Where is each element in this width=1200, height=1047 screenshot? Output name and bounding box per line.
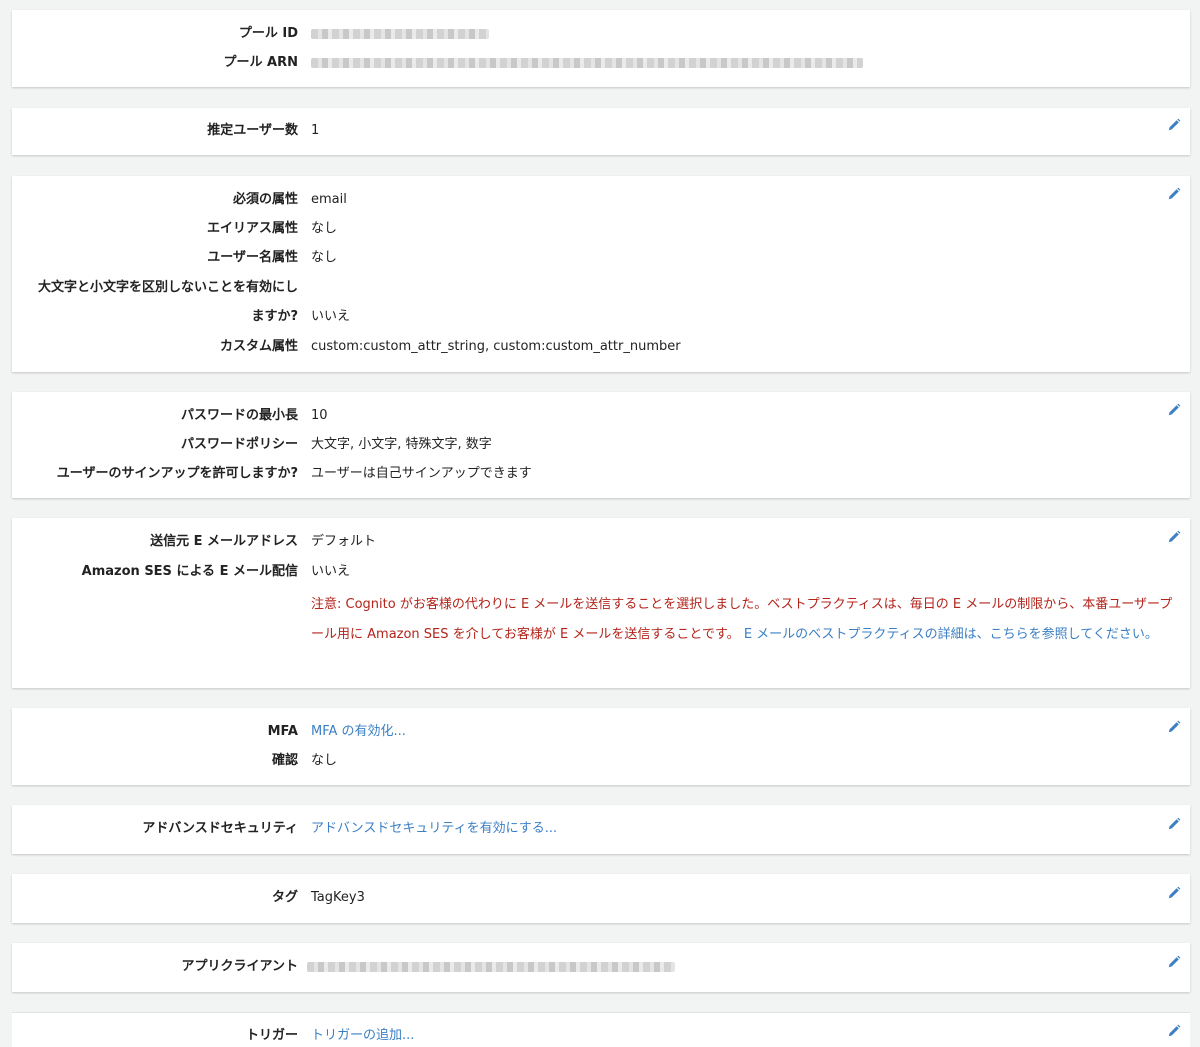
case-insensitive-value: いいえ — [311, 309, 351, 324]
password-policy-label: パスワードポリシー — [180, 437, 298, 452]
add-trigger-link[interactable]: トリガーの追加... — [311, 1021, 414, 1047]
app-clients-redacted-value — [307, 962, 675, 972]
mfa-enable-link[interactable]: MFA の有効化... — [311, 717, 406, 746]
password-min-length-label: パスワードの最小長 — [180, 408, 298, 423]
email-warning-note: 注意: Cognito がお客様の代わりに E メールを送信することを選択しまし… — [311, 590, 1177, 649]
estimated-users-label: 推定ユーザー数 — [207, 123, 298, 138]
email-settings-card: 送信元 E メールアドレス デフォルト Amazon SES による E メール… — [12, 518, 1190, 688]
advanced-security-enable-link[interactable]: アドバンスドセキュリティを有効にする... — [311, 814, 557, 843]
pencil-icon[interactable] — [1167, 955, 1181, 969]
password-policy-row: パスワードポリシー 大文字, 小文字, 特殊文字, 数字 — [12, 430, 1190, 459]
mfa-card: MFA MFA の有効化... 確認 なし — [12, 708, 1190, 785]
tags-row: タグ TagKey3 — [12, 883, 1190, 912]
estimated-users-value: 1 — [311, 123, 320, 138]
pool-arn-row: プール ARN — [12, 48, 1190, 77]
required-attributes-value: email — [311, 192, 347, 207]
pencil-icon[interactable] — [1167, 720, 1181, 734]
mfa-row: MFA MFA の有効化... — [12, 717, 1190, 746]
case-insensitive-label-line2: ますか? — [251, 309, 298, 324]
custom-attributes-row: カスタム属性 custom:custom_attr_string, custom… — [12, 332, 1190, 361]
verification-row: 確認 なし — [12, 746, 1190, 775]
pencil-icon[interactable] — [1167, 1024, 1181, 1038]
pool-id-redacted-value — [311, 29, 489, 39]
required-attributes-label: 必須の属性 — [232, 192, 298, 207]
advanced-security-card: アドバンスドセキュリティ アドバンスドセキュリティを有効にする... — [12, 805, 1190, 854]
tags-card: タグ TagKey3 — [12, 874, 1190, 923]
from-email-label: 送信元 E メールアドレス — [150, 534, 298, 549]
app-clients-row: アプリクライアント — [12, 952, 1190, 981]
tags-value: TagKey3 — [311, 890, 365, 905]
triggers-row: トリガー トリガーの追加... — [12, 1021, 1190, 1047]
custom-attributes-label: カスタム属性 — [219, 339, 298, 354]
password-policy-value: 大文字, 小文字, 特殊文字, 数字 — [311, 437, 492, 452]
alias-attributes-label: エイリアス属性 — [206, 221, 298, 236]
user-signup-label: ユーザーのサインアップを許可しますか? — [56, 466, 298, 481]
advanced-security-label: アドバンスドセキュリティ — [142, 821, 298, 836]
tags-label: タグ — [271, 890, 298, 905]
advanced-security-row: アドバンスドセキュリティ アドバンスドセキュリティを有効にする... — [12, 814, 1190, 843]
attributes-card: 必須の属性 email エイリアス属性 なし ユーザー名属性 なし 大文字と小文… — [12, 176, 1190, 372]
pool-arn-redacted-value — [311, 58, 863, 68]
estimated-users-card: 推定ユーザー数 1 — [12, 108, 1190, 155]
password-min-length-row: パスワードの最小長 10 — [12, 401, 1190, 430]
app-clients-card: アプリクライアント — [12, 943, 1190, 992]
pencil-icon[interactable] — [1167, 530, 1181, 544]
user-pool-settings-page: プール ID プール ARN 推定ユーザー数 1 必須の属性 email エイリ… — [0, 0, 1200, 1047]
pencil-icon[interactable] — [1167, 817, 1181, 831]
password-min-length-value: 10 — [311, 408, 328, 423]
user-signup-value: ユーザーは自己サインアップできます — [311, 466, 532, 481]
estimated-users-row: 推定ユーザー数 1 — [12, 116, 1190, 145]
case-insensitive-label-line1: 大文字と小文字を区別しないことを有効にし — [37, 280, 298, 295]
verification-label: 確認 — [271, 753, 298, 768]
alias-attributes-row: エイリアス属性 なし — [12, 214, 1190, 243]
pool-id-row: プール ID — [12, 19, 1190, 48]
user-signup-row: ユーザーのサインアップを許可しますか? ユーザーは自己サインアップできます — [12, 459, 1190, 488]
verification-value: なし — [311, 753, 338, 768]
case-insensitive-row-line2: ますか? いいえ — [12, 302, 1190, 331]
username-attributes-value: なし — [311, 250, 338, 265]
email-best-practice-link[interactable]: E メールのベストプラクティスの詳細は、こちらを参照してください。 — [744, 627, 1158, 642]
pencil-icon[interactable] — [1167, 118, 1181, 132]
alias-attributes-value: なし — [311, 221, 338, 236]
ses-delivery-row: Amazon SES による E メール配信 いいえ — [12, 557, 1190, 586]
triggers-card: トリガー トリガーの追加... — [12, 1012, 1190, 1047]
triggers-label: トリガー — [245, 1028, 298, 1043]
pencil-icon[interactable] — [1167, 187, 1181, 201]
ses-delivery-label: Amazon SES による E メール配信 — [81, 564, 298, 579]
from-email-value: デフォルト — [311, 534, 377, 549]
pencil-icon[interactable] — [1167, 403, 1181, 417]
pool-id-label: プール ID — [238, 26, 298, 41]
custom-attributes-value: custom:custom_attr_string, custom:custom… — [311, 339, 681, 354]
required-attributes-row: 必須の属性 email — [12, 185, 1190, 214]
pencil-icon[interactable] — [1167, 886, 1181, 900]
pool-info-card: プール ID プール ARN — [12, 10, 1190, 87]
username-attributes-row: ユーザー名属性 なし — [12, 243, 1190, 272]
mfa-label: MFA — [267, 724, 298, 739]
from-email-row: 送信元 E メールアドレス デフォルト — [12, 527, 1190, 556]
case-insensitive-row-line1: 大文字と小文字を区別しないことを有効にし — [12, 273, 1190, 302]
username-attributes-label: ユーザー名属性 — [207, 250, 298, 265]
ses-delivery-value: いいえ — [311, 564, 351, 579]
password-policy-card: パスワードの最小長 10 パスワードポリシー 大文字, 小文字, 特殊文字, 数… — [12, 392, 1190, 498]
pool-arn-label: プール ARN — [223, 55, 298, 70]
app-clients-label: アプリクライアント — [181, 959, 298, 974]
